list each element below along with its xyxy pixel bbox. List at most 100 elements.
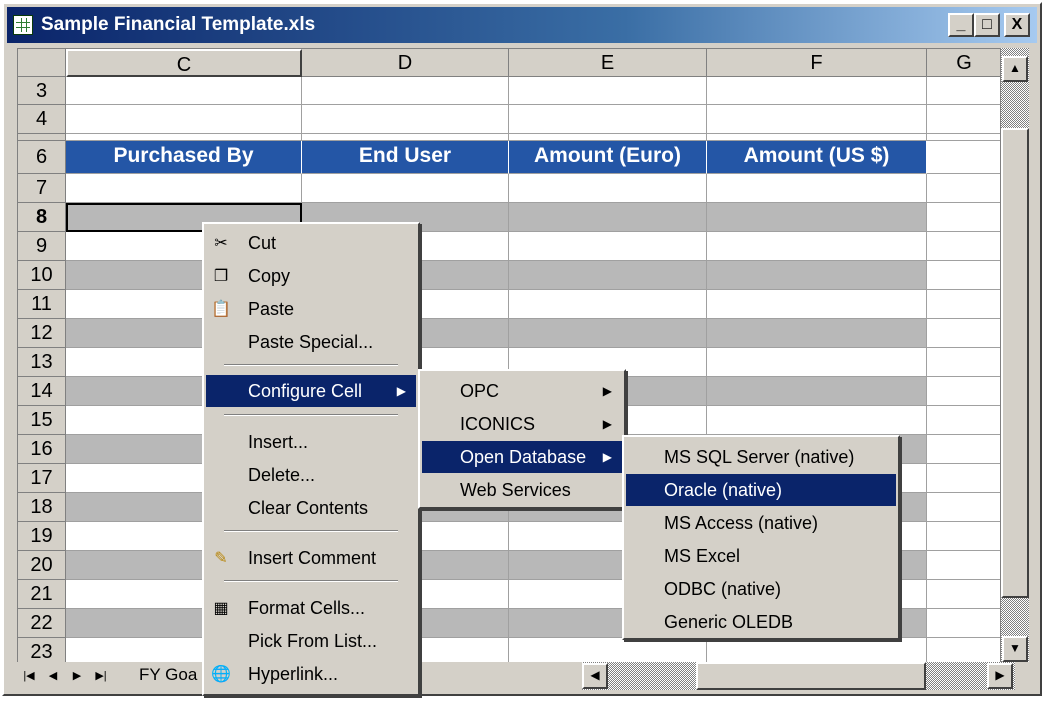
column-header-f[interactable]: F <box>707 49 927 77</box>
menu-item-format-cells[interactable]: ▦ Format Cells... <box>206 592 416 624</box>
close-button[interactable]: X <box>1004 13 1030 37</box>
submenu-item-iconics[interactable]: ICONICS ▶ <box>422 408 622 440</box>
menu-item-clear-contents[interactable]: Clear Contents <box>206 492 416 524</box>
table-header-cell[interactable]: Purchased By <box>66 141 302 174</box>
grid-cell[interactable] <box>707 319 927 348</box>
grid-cell[interactable] <box>509 232 707 261</box>
row-header-9[interactable]: 9 <box>18 232 66 261</box>
table-header-cell[interactable]: Amount (US $) <box>707 141 927 174</box>
grid-cell[interactable] <box>927 232 1000 261</box>
vertical-scrollbar[interactable]: ▲ ▼ <box>1001 48 1029 662</box>
title-bar[interactable]: Sample Financial Template.xls _ □ X <box>7 7 1037 43</box>
menu-item-configure-cell[interactable]: Configure Cell ▶ <box>206 375 416 407</box>
sheet-tab[interactable]: FY Goa <box>139 662 197 688</box>
grid-cell[interactable] <box>927 493 1000 522</box>
minimize-button[interactable]: _ <box>948 13 974 37</box>
grid-cell[interactable] <box>927 348 1000 377</box>
grid-cell[interactable] <box>927 609 1000 638</box>
table-header-cell[interactable]: Amount (Euro) <box>509 141 707 174</box>
grid-cell[interactable] <box>509 261 707 290</box>
submenu-item-opc[interactable]: OPC ▶ <box>422 375 622 407</box>
submenu-item-web-services[interactable]: Web Services <box>422 474 622 506</box>
grid-cell[interactable] <box>707 77 927 105</box>
grid-cell[interactable] <box>509 134 707 141</box>
grid-cell[interactable] <box>66 77 302 105</box>
grid-cell[interactable] <box>707 348 927 377</box>
row-header-3[interactable]: 3 <box>18 77 66 105</box>
column-header-c[interactable]: C <box>66 49 302 77</box>
grid-cell[interactable] <box>927 406 1000 435</box>
grid-cell[interactable] <box>509 105 707 134</box>
row-header-15[interactable]: 15 <box>18 406 66 435</box>
row-header-6[interactable]: 6 <box>18 141 66 174</box>
grid-cell[interactable] <box>927 464 1000 493</box>
grid-cell[interactable] <box>509 174 707 203</box>
row-header-4[interactable]: 4 <box>18 105 66 134</box>
last-sheet-icon[interactable]: ▶| <box>91 665 111 687</box>
grid-cell[interactable] <box>707 134 927 141</box>
grid-cell[interactable] <box>927 105 1000 134</box>
menu-item-delete[interactable]: Delete... <box>206 459 416 491</box>
grid-cell[interactable] <box>509 290 707 319</box>
grid-cell[interactable] <box>927 551 1000 580</box>
grid-cell[interactable] <box>509 638 707 662</box>
row-header-10[interactable]: 10 <box>18 261 66 290</box>
db-item-ms-access[interactable]: MS Access (native) <box>626 507 896 539</box>
grid-cell[interactable] <box>707 406 927 435</box>
scroll-up-button[interactable]: ▲ <box>1002 56 1028 82</box>
grid-cell[interactable] <box>927 522 1000 551</box>
db-item-odbc[interactable]: ODBC (native) <box>626 573 896 605</box>
grid-cell[interactable] <box>707 203 927 232</box>
row-header-20[interactable]: 20 <box>18 551 66 580</box>
column-header-g[interactable]: G <box>927 49 1000 77</box>
menu-item-insert[interactable]: Insert... <box>206 426 416 458</box>
scroll-down-button[interactable]: ▼ <box>1002 636 1028 662</box>
grid-cell[interactable] <box>927 77 1000 105</box>
menu-item-hyperlink[interactable]: 🌐 Hyperlink... <box>206 658 416 690</box>
scroll-right-button[interactable]: ▶ <box>987 663 1013 689</box>
grid-cell[interactable] <box>707 174 927 203</box>
menu-item-paste[interactable]: 📋 Paste <box>206 293 416 325</box>
prev-sheet-icon[interactable]: ◀ <box>43 665 63 687</box>
grid-cell[interactable] <box>927 203 1000 232</box>
grid-cell[interactable] <box>66 174 302 203</box>
horizontal-scrollbar[interactable]: ◀ ▶ <box>582 662 1015 690</box>
grid-cell[interactable] <box>927 174 1000 203</box>
grid-cell[interactable] <box>707 290 927 319</box>
row-header-22[interactable]: 22 <box>18 609 66 638</box>
menu-item-insert-comment[interactable]: ✎ Insert Comment <box>206 542 416 574</box>
row-header-11[interactable]: 11 <box>18 290 66 319</box>
row-header-8[interactable]: 8 <box>18 203 66 232</box>
row-header-23[interactable]: 23 <box>18 638 66 662</box>
menu-item-paste-special[interactable]: Paste Special... <box>206 326 416 358</box>
row-header-12[interactable]: 12 <box>18 319 66 348</box>
grid-cell[interactable] <box>707 638 927 662</box>
grid-cell[interactable] <box>707 232 927 261</box>
column-header-d[interactable]: D <box>302 49 509 77</box>
grid-cell[interactable] <box>302 77 509 105</box>
grid-cell[interactable] <box>927 134 1000 141</box>
menu-item-copy[interactable]: ❐ Copy <box>206 260 416 292</box>
row-header-21[interactable]: 21 <box>18 580 66 609</box>
grid-cell[interactable] <box>927 580 1000 609</box>
row-header-7[interactable]: 7 <box>18 174 66 203</box>
grid-cell[interactable] <box>927 377 1000 406</box>
row-header-19[interactable]: 19 <box>18 522 66 551</box>
grid-cell[interactable] <box>927 638 1000 662</box>
grid-cell[interactable] <box>707 261 927 290</box>
grid-cell[interactable] <box>509 319 707 348</box>
grid-cell[interactable] <box>509 77 707 105</box>
horizontal-scroll-thumb[interactable] <box>696 662 926 690</box>
submenu-item-open-database[interactable]: Open Database ▶ <box>422 441 622 473</box>
grid-cell[interactable] <box>927 290 1000 319</box>
row-header-5[interactable] <box>18 134 66 141</box>
menu-item-cut[interactable]: ✂ Cut <box>206 227 416 259</box>
grid-cell[interactable] <box>707 105 927 134</box>
grid-cell[interactable] <box>927 319 1000 348</box>
grid-cell[interactable] <box>927 141 1000 174</box>
maximize-button[interactable]: □ <box>974 13 1000 37</box>
grid-cell[interactable] <box>509 203 707 232</box>
table-header-cell[interactable]: End User <box>302 141 509 174</box>
grid-cell[interactable] <box>302 174 509 203</box>
row-header-14[interactable]: 14 <box>18 377 66 406</box>
